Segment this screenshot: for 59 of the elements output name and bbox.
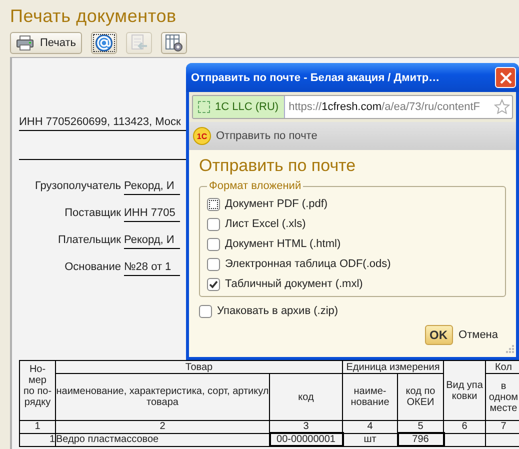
column-number: 7	[486, 420, 519, 433]
checkbox-option[interactable]: Электронная таблица ODF(.ods)	[207, 256, 498, 272]
column-header: код	[270, 374, 342, 420]
column-number: 1	[20, 420, 56, 433]
checkbox[interactable]	[207, 218, 220, 230]
logo-badge: 1С	[193, 127, 211, 145]
column-header: Единица измерения	[342, 360, 444, 374]
checkbox[interactable]	[199, 304, 212, 318]
column-header: наименование, характеристика, сорт, артикул товара	[56, 374, 270, 420]
field-label: Поставщик	[64, 207, 122, 221]
column-header: Вид упаковки	[444, 360, 486, 420]
print-button[interactable]: Печать	[10, 32, 82, 54]
close-icon	[500, 72, 512, 84]
checkbox[interactable]	[207, 278, 220, 290]
column-header: Но-мер по по-рядку	[20, 360, 56, 420]
dialog-title: Отправить по почте - Белая акация / Дмитр…	[191, 72, 441, 84]
column-header: наиме-нование	[342, 374, 398, 420]
resize-grip-icon[interactable]	[506, 345, 514, 353]
checkbox-option[interactable]: Документ PDF (.pdf)	[207, 196, 498, 212]
ok-button[interactable]: OK	[424, 325, 453, 345]
at-sign-icon	[95, 34, 113, 52]
settings-button[interactable]	[161, 32, 187, 54]
field-value: Рекорд, И	[124, 180, 180, 195]
field-value: №28 от 1	[124, 261, 180, 276]
checkbox[interactable]	[207, 238, 220, 250]
address-field[interactable]: 1C LLC (RU) https://1cfresh.com/a/ea/73/ru/contentF	[192, 95, 513, 119]
table-gear-icon	[165, 34, 183, 52]
column-number: 4	[342, 420, 398, 433]
checkbox-option[interactable]: Документ HTML (.html)	[207, 236, 498, 252]
table-cell: 00-00000001	[270, 433, 342, 446]
close-button[interactable]	[495, 67, 516, 88]
email-button[interactable]	[91, 32, 117, 54]
table-cell: Ведро пластмассовое	[56, 433, 270, 446]
field-label: Грузополучатель	[34, 180, 122, 194]
group-label: Формат вложений	[207, 180, 304, 192]
dialog-heading: Отправить по почте	[199, 155, 357, 176]
checkbox-option[interactable]: Табличный документ (.mxl)	[207, 276, 498, 292]
field-value: Рекорд, И	[124, 234, 180, 249]
field-value: ИНН 7705	[124, 207, 180, 222]
checkbox-option[interactable]: Лист Excel (.xls)	[207, 216, 498, 232]
page-title: Печать документов	[9, 5, 178, 28]
column-header: Товар	[56, 360, 342, 374]
column-number: 2	[56, 420, 270, 433]
field-label: Основание	[64, 261, 122, 275]
document-arrow-icon	[130, 34, 148, 52]
checkbox-option[interactable]: Упаковать в архив (.zip)	[199, 303, 506, 319]
url-text: https://1cfresh.com/a/ea/73/ru/contentF	[288, 101, 481, 113]
address-text: ИНН 7705260699, 113423, Моск	[19, 116, 181, 128]
field-label: Плательщик	[56, 234, 122, 248]
printer-icon	[16, 35, 34, 51]
column-number: 6	[444, 420, 486, 433]
checkbox[interactable]	[207, 258, 220, 270]
site-identity[interactable]: 1C LLC (RU)	[193, 96, 285, 118]
table-cell: 796	[398, 433, 444, 446]
tab-title: Отправить по почте	[216, 130, 318, 142]
dashed-square-icon	[198, 101, 210, 113]
star-icon[interactable]	[492, 99, 512, 115]
table-cell: 1	[20, 433, 56, 446]
cancel-button[interactable]: Отмена	[458, 329, 506, 341]
